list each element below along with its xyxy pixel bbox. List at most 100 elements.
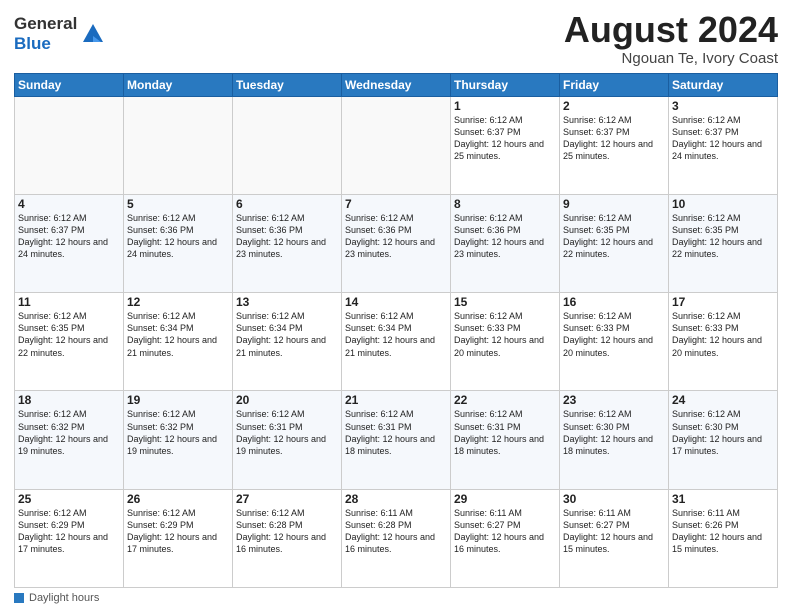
day-info: Sunrise: 6:12 AM Sunset: 6:36 PM Dayligh… xyxy=(127,212,229,261)
day-number: 24 xyxy=(672,393,774,407)
calendar-week-row: 4Sunrise: 6:12 AM Sunset: 6:37 PM Daylig… xyxy=(15,194,778,292)
day-number: 28 xyxy=(345,492,447,506)
day-info: Sunrise: 6:12 AM Sunset: 6:31 PM Dayligh… xyxy=(236,408,338,457)
day-info: Sunrise: 6:12 AM Sunset: 6:30 PM Dayligh… xyxy=(563,408,665,457)
day-info: Sunrise: 6:12 AM Sunset: 6:35 PM Dayligh… xyxy=(563,212,665,261)
day-info: Sunrise: 6:12 AM Sunset: 6:30 PM Dayligh… xyxy=(672,408,774,457)
calendar-week-row: 1Sunrise: 6:12 AM Sunset: 6:37 PM Daylig… xyxy=(15,96,778,194)
day-number: 12 xyxy=(127,295,229,309)
day-number: 22 xyxy=(454,393,556,407)
logo: General Blue xyxy=(14,14,107,53)
calendar-week-row: 18Sunrise: 6:12 AM Sunset: 6:32 PM Dayli… xyxy=(15,391,778,489)
day-info: Sunrise: 6:12 AM Sunset: 6:35 PM Dayligh… xyxy=(18,310,120,359)
day-number: 14 xyxy=(345,295,447,309)
calendar-cell: 18Sunrise: 6:12 AM Sunset: 6:32 PM Dayli… xyxy=(15,391,124,489)
footer: Daylight hours xyxy=(14,592,778,604)
logo-icon xyxy=(79,18,107,46)
day-number: 9 xyxy=(563,197,665,211)
day-number: 7 xyxy=(345,197,447,211)
day-number: 3 xyxy=(672,99,774,113)
calendar-cell xyxy=(15,96,124,194)
day-info: Sunrise: 6:12 AM Sunset: 6:31 PM Dayligh… xyxy=(345,408,447,457)
calendar-cell: 10Sunrise: 6:12 AM Sunset: 6:35 PM Dayli… xyxy=(669,194,778,292)
day-info: Sunrise: 6:12 AM Sunset: 6:37 PM Dayligh… xyxy=(454,114,556,163)
calendar-header-saturday: Saturday xyxy=(669,73,778,96)
day-number: 29 xyxy=(454,492,556,506)
day-number: 15 xyxy=(454,295,556,309)
calendar-cell: 22Sunrise: 6:12 AM Sunset: 6:31 PM Dayli… xyxy=(451,391,560,489)
calendar-cell: 23Sunrise: 6:12 AM Sunset: 6:30 PM Dayli… xyxy=(560,391,669,489)
calendar-cell: 16Sunrise: 6:12 AM Sunset: 6:33 PM Dayli… xyxy=(560,293,669,391)
day-number: 19 xyxy=(127,393,229,407)
day-info: Sunrise: 6:11 AM Sunset: 6:28 PM Dayligh… xyxy=(345,507,447,556)
calendar-week-row: 11Sunrise: 6:12 AM Sunset: 6:35 PM Dayli… xyxy=(15,293,778,391)
logo-general: General xyxy=(14,14,77,33)
month-year: August 2024 xyxy=(564,10,778,50)
calendar-cell: 11Sunrise: 6:12 AM Sunset: 6:35 PM Dayli… xyxy=(15,293,124,391)
calendar-cell xyxy=(233,96,342,194)
day-number: 4 xyxy=(18,197,120,211)
calendar-cell xyxy=(342,96,451,194)
day-info: Sunrise: 6:11 AM Sunset: 6:27 PM Dayligh… xyxy=(563,507,665,556)
calendar-cell: 31Sunrise: 6:11 AM Sunset: 6:26 PM Dayli… xyxy=(669,489,778,587)
day-info: Sunrise: 6:12 AM Sunset: 6:35 PM Dayligh… xyxy=(672,212,774,261)
day-info: Sunrise: 6:12 AM Sunset: 6:37 PM Dayligh… xyxy=(563,114,665,163)
day-info: Sunrise: 6:12 AM Sunset: 6:29 PM Dayligh… xyxy=(18,507,120,556)
header: General Blue August 2024 Ngouan Te, Ivor… xyxy=(14,10,778,67)
day-number: 5 xyxy=(127,197,229,211)
calendar-header-wednesday: Wednesday xyxy=(342,73,451,96)
day-number: 20 xyxy=(236,393,338,407)
calendar-cell: 2Sunrise: 6:12 AM Sunset: 6:37 PM Daylig… xyxy=(560,96,669,194)
day-info: Sunrise: 6:12 AM Sunset: 6:37 PM Dayligh… xyxy=(672,114,774,163)
calendar-header-monday: Monday xyxy=(124,73,233,96)
calendar-header-thursday: Thursday xyxy=(451,73,560,96)
day-number: 25 xyxy=(18,492,120,506)
calendar-cell: 9Sunrise: 6:12 AM Sunset: 6:35 PM Daylig… xyxy=(560,194,669,292)
day-number: 27 xyxy=(236,492,338,506)
calendar-cell: 28Sunrise: 6:11 AM Sunset: 6:28 PM Dayli… xyxy=(342,489,451,587)
page: General Blue August 2024 Ngouan Te, Ivor… xyxy=(0,0,792,612)
day-number: 10 xyxy=(672,197,774,211)
calendar-cell: 25Sunrise: 6:12 AM Sunset: 6:29 PM Dayli… xyxy=(15,489,124,587)
calendar-cell: 24Sunrise: 6:12 AM Sunset: 6:30 PM Dayli… xyxy=(669,391,778,489)
logo-blue: Blue xyxy=(14,34,51,53)
day-info: Sunrise: 6:12 AM Sunset: 6:37 PM Dayligh… xyxy=(18,212,120,261)
day-info: Sunrise: 6:12 AM Sunset: 6:34 PM Dayligh… xyxy=(345,310,447,359)
day-info: Sunrise: 6:12 AM Sunset: 6:36 PM Dayligh… xyxy=(345,212,447,261)
calendar-cell: 1Sunrise: 6:12 AM Sunset: 6:37 PM Daylig… xyxy=(451,96,560,194)
day-info: Sunrise: 6:12 AM Sunset: 6:33 PM Dayligh… xyxy=(563,310,665,359)
day-number: 6 xyxy=(236,197,338,211)
day-number: 23 xyxy=(563,393,665,407)
calendar-header-row: SundayMondayTuesdayWednesdayThursdayFrid… xyxy=(15,73,778,96)
daylight-dot xyxy=(14,593,24,603)
day-info: Sunrise: 6:12 AM Sunset: 6:34 PM Dayligh… xyxy=(236,310,338,359)
day-number: 31 xyxy=(672,492,774,506)
calendar-cell: 7Sunrise: 6:12 AM Sunset: 6:36 PM Daylig… xyxy=(342,194,451,292)
day-number: 2 xyxy=(563,99,665,113)
day-number: 13 xyxy=(236,295,338,309)
calendar-cell: 8Sunrise: 6:12 AM Sunset: 6:36 PM Daylig… xyxy=(451,194,560,292)
calendar-cell: 3Sunrise: 6:12 AM Sunset: 6:37 PM Daylig… xyxy=(669,96,778,194)
day-info: Sunrise: 6:12 AM Sunset: 6:31 PM Dayligh… xyxy=(454,408,556,457)
day-number: 17 xyxy=(672,295,774,309)
calendar-cell: 17Sunrise: 6:12 AM Sunset: 6:33 PM Dayli… xyxy=(669,293,778,391)
day-info: Sunrise: 6:12 AM Sunset: 6:34 PM Dayligh… xyxy=(127,310,229,359)
calendar-cell: 15Sunrise: 6:12 AM Sunset: 6:33 PM Dayli… xyxy=(451,293,560,391)
day-info: Sunrise: 6:11 AM Sunset: 6:27 PM Dayligh… xyxy=(454,507,556,556)
calendar-cell: 29Sunrise: 6:11 AM Sunset: 6:27 PM Dayli… xyxy=(451,489,560,587)
day-number: 1 xyxy=(454,99,556,113)
day-number: 21 xyxy=(345,393,447,407)
calendar-header-sunday: Sunday xyxy=(15,73,124,96)
day-info: Sunrise: 6:12 AM Sunset: 6:33 PM Dayligh… xyxy=(672,310,774,359)
day-info: Sunrise: 6:12 AM Sunset: 6:28 PM Dayligh… xyxy=(236,507,338,556)
day-number: 18 xyxy=(18,393,120,407)
calendar-cell: 19Sunrise: 6:12 AM Sunset: 6:32 PM Dayli… xyxy=(124,391,233,489)
calendar-table: SundayMondayTuesdayWednesdayThursdayFrid… xyxy=(14,73,778,588)
calendar-cell xyxy=(124,96,233,194)
title-block: August 2024 Ngouan Te, Ivory Coast xyxy=(564,10,778,67)
day-info: Sunrise: 6:12 AM Sunset: 6:33 PM Dayligh… xyxy=(454,310,556,359)
calendar-header-friday: Friday xyxy=(560,73,669,96)
day-number: 11 xyxy=(18,295,120,309)
day-info: Sunrise: 6:12 AM Sunset: 6:36 PM Dayligh… xyxy=(454,212,556,261)
location: Ngouan Te, Ivory Coast xyxy=(564,50,778,67)
